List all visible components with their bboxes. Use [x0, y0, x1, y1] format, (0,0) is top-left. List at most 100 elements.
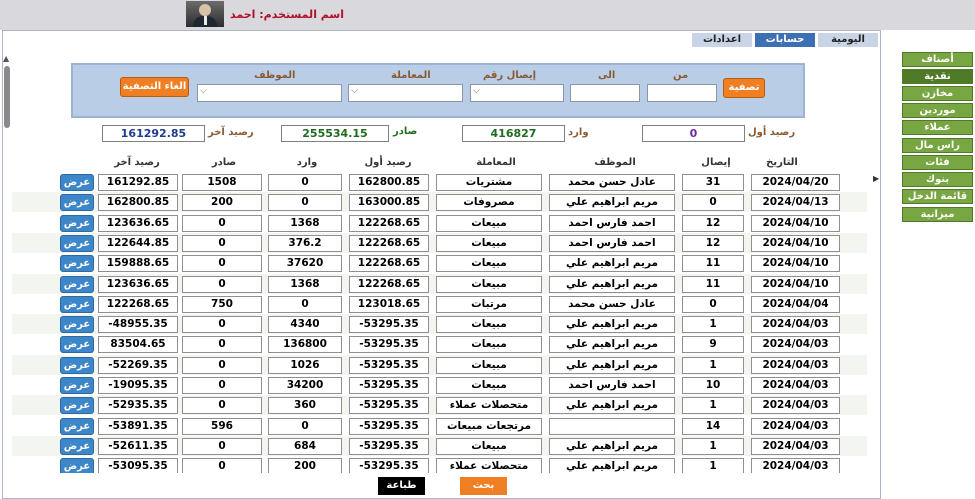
opening-cell: 162800.85 — [349, 174, 429, 191]
table-row: عرض 2024/04/03 9 مريم ابراهيم علي مبيعات -532… — [12, 334, 867, 354]
incoming-value: 416827 — [462, 125, 565, 142]
opening-cell: 122268.65 — [349, 255, 429, 272]
receipt-cell: 1 — [682, 458, 744, 473]
sidebar-item-0[interactable]: أصناف — [902, 52, 973, 67]
incoming-cell: 0 — [268, 194, 342, 211]
outgoing-cell: 750 — [182, 296, 262, 313]
expand-arrow-icon[interactable]: ▶ — [873, 174, 879, 183]
to-field[interactable] — [570, 84, 640, 102]
receipt-cell: 14 — [682, 418, 744, 435]
receipt-select[interactable]: ⌵ — [470, 84, 564, 102]
date-cell: 2024/04/03 — [751, 397, 840, 414]
view-button[interactable]: عرض — [60, 296, 94, 313]
table-row: عرض 2024/04/10 12 احمد فارس احمد مبيعات 12226… — [12, 213, 867, 233]
search-button[interactable]: بحث — [460, 477, 507, 495]
view-button[interactable]: عرض — [60, 377, 94, 394]
username-label: اسم المستخدم: احمد — [230, 8, 345, 21]
opening-cell: -53295.35 — [349, 357, 429, 374]
view-button[interactable]: عرض — [60, 316, 94, 333]
table-row: عرض 2024/04/03 1 مريم ابراهيم علي مبيعات -532… — [12, 355, 867, 375]
incoming-cell: 136800 — [268, 336, 342, 353]
table-row: عرض 2024/04/10 11 مريم ابراهيم علي مبيعات 122… — [12, 274, 867, 294]
date-cell: 2024/04/10 — [751, 276, 840, 293]
employee-cell: احمد فارس احمد — [549, 377, 675, 394]
employee-cell: عادل حسن محمد — [549, 174, 675, 191]
closing-cell: -53095.35 — [98, 458, 178, 473]
incoming-cell: 684 — [268, 438, 342, 455]
avatar — [186, 1, 224, 27]
view-button[interactable]: عرض — [60, 215, 94, 232]
receipt-cell: 12 — [682, 235, 744, 252]
tab-daily[interactable]: اليومية — [818, 33, 878, 47]
receipt-cell: 11 — [682, 276, 744, 293]
tab-accounts[interactable]: حسابات — [755, 33, 815, 47]
closing-cell: 123636.65 — [98, 215, 178, 232]
closing-cell: 122268.65 — [98, 296, 178, 313]
employee-cell — [549, 418, 675, 435]
date-cell: 2024/04/03 — [751, 357, 840, 374]
view-button[interactable]: عرض — [60, 458, 94, 473]
scroll-up-icon[interactable]: ▲ — [3, 54, 9, 63]
sidebar-item-5[interactable]: راس مال — [902, 138, 973, 153]
outgoing-cell: 0 — [182, 357, 262, 374]
table-row: عرض 2024/04/04 0 عادل حسن محمد مرتبات 123018.… — [12, 294, 867, 314]
date-cell: 2024/04/03 — [751, 438, 840, 455]
from-field[interactable] — [647, 84, 717, 102]
closing-cell: -52269.35 — [98, 357, 178, 374]
outgoing-cell: 0 — [182, 458, 262, 473]
closing-balance-value: 161292.85 — [102, 125, 205, 142]
transaction-select[interactable]: ⌵ — [348, 84, 463, 102]
receipt-cell: 31 — [682, 174, 744, 191]
view-button[interactable]: عرض — [60, 418, 94, 435]
clear-filter-button[interactable]: الغاء التصفية — [120, 77, 189, 97]
sidebar-item-1[interactable]: نقدية — [902, 69, 973, 84]
tab-settings[interactable]: اعدادات — [692, 33, 752, 47]
date-cell: 2024/04/03 — [751, 418, 840, 435]
sidebar-item-2[interactable]: مخازن — [902, 86, 973, 101]
closing-cell: -19095.35 — [98, 377, 178, 394]
column-header-employee: الموظف — [594, 157, 636, 168]
closing-cell: -48955.35 — [98, 316, 178, 333]
incoming-cell: 0 — [268, 296, 342, 313]
incoming-cell: 34200 — [268, 377, 342, 394]
view-button[interactable]: عرض — [60, 255, 94, 272]
view-button[interactable]: عرض — [60, 276, 94, 293]
sidebar-item-9[interactable]: ميزانية — [902, 207, 973, 222]
incoming-cell: 360 — [268, 397, 342, 414]
date-cell: 2024/04/10 — [751, 255, 840, 272]
closing-cell: 162800.85 — [98, 194, 178, 211]
sidebar-item-8[interactable]: قائمة الدخل — [902, 189, 973, 204]
closing-cell: -52935.35 — [98, 397, 178, 414]
view-button[interactable]: عرض — [60, 174, 94, 191]
view-button[interactable]: عرض — [60, 194, 94, 211]
sidebar-item-4[interactable]: عملاء — [902, 120, 973, 135]
outgoing-cell: 200 — [182, 194, 262, 211]
sidebar-item-6[interactable]: فئات — [902, 155, 973, 170]
outgoing-cell: 0 — [182, 397, 262, 414]
view-button[interactable]: عرض — [60, 438, 94, 455]
outgoing-cell: 0 — [182, 336, 262, 353]
sidebar-item-7[interactable]: بنوك — [902, 172, 973, 187]
view-button[interactable]: عرض — [60, 336, 94, 353]
column-header-date: التاريخ — [766, 157, 798, 168]
from-label: من — [673, 70, 689, 81]
date-cell: 2024/04/20 — [751, 174, 840, 191]
view-button[interactable]: عرض — [60, 235, 94, 252]
column-header-transaction: المعاملة — [476, 157, 516, 168]
incoming-cell: 1026 — [268, 357, 342, 374]
filter-button[interactable]: تصفية — [723, 78, 765, 98]
employee-select[interactable]: ⌵ — [197, 84, 342, 102]
view-button[interactable]: عرض — [60, 397, 94, 414]
transaction-cell: مبيعات — [436, 377, 542, 394]
scroll-thumb[interactable] — [4, 66, 10, 128]
sidebar-item-3[interactable]: موردين — [902, 103, 973, 118]
opening-balance-value: 0 — [642, 125, 745, 142]
closing-cell: 83504.65 — [98, 336, 178, 353]
vertical-scrollbar[interactable]: ▲ — [2, 54, 12, 144]
view-button[interactable]: عرض — [60, 357, 94, 374]
print-button[interactable]: طباعة — [378, 477, 425, 495]
column-header-closing: رصيد آخر — [114, 157, 160, 168]
chevron-down-icon: ⌵ — [473, 86, 480, 96]
transaction-cell: مبيعات — [436, 438, 542, 455]
opening-cell: -53295.35 — [349, 336, 429, 353]
